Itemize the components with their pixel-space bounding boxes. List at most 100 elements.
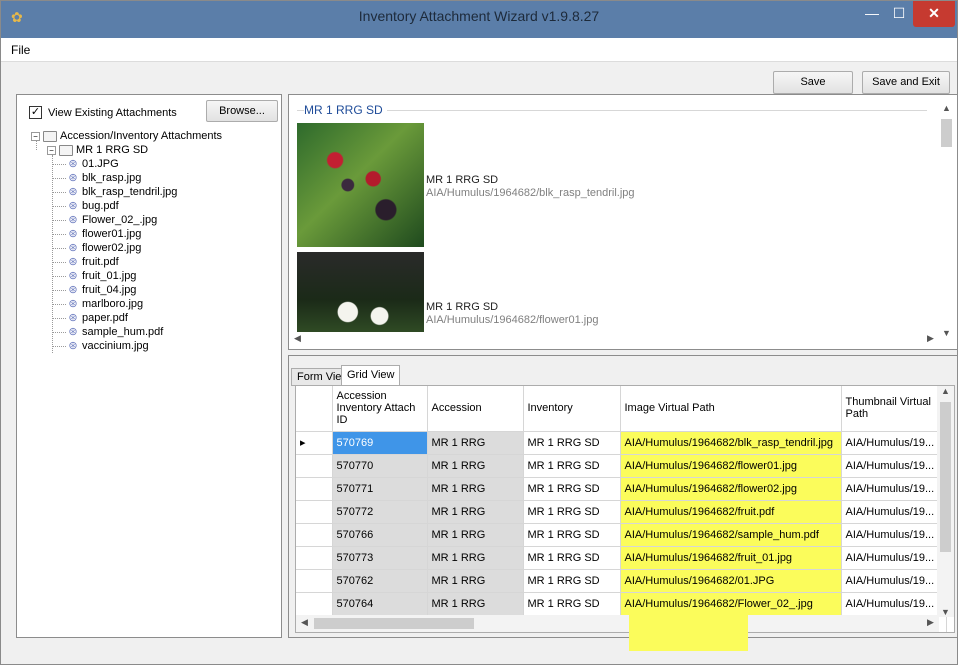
- tree-root-node[interactable]: − Accession/Inventory Attachments: [31, 129, 222, 144]
- column-header[interactable]: Thumbnail Virtual Path: [841, 386, 947, 432]
- scroll-left-icon[interactable]: ◀: [296, 617, 313, 628]
- table-cell[interactable]: MR 1 RRG: [427, 477, 524, 501]
- tree-file-node[interactable]: ⊛ blk_rasp.jpg: [67, 171, 141, 186]
- tab-grid-view[interactable]: Grid View: [341, 365, 401, 386]
- tree-file-node[interactable]: ⊛ fruit.pdf: [67, 255, 118, 270]
- table-cell[interactable]: MR 1 RRG SD: [523, 431, 621, 455]
- tree-file-node[interactable]: ⊛ vaccinium.jpg: [67, 339, 148, 354]
- column-header[interactable]: Accession Inventory Attach ID: [332, 386, 428, 432]
- browse-button[interactable]: Browse...: [206, 100, 278, 122]
- tree-file-node[interactable]: ⊛ fruit_04.jpg: [67, 283, 136, 298]
- row-header[interactable]: [296, 523, 333, 547]
- row-header[interactable]: ▸: [296, 431, 333, 455]
- table-cell[interactable]: 570770: [332, 454, 428, 478]
- scroll-down-icon[interactable]: ▼: [937, 607, 954, 617]
- table-row[interactable]: 570762 MR 1 RRG MR 1 RRG SD AIA/Humulus/196…: [296, 569, 947, 593]
- scroll-down-icon[interactable]: ▼: [938, 328, 955, 338]
- table-row[interactable]: ▸ 570769 MR 1 RRG MR 1 RRG SD AIA/Humulus/19…: [296, 431, 947, 455]
- column-header[interactable]: Accession: [427, 386, 524, 432]
- preview-vertical-scrollbar[interactable]: ▲ ▼: [938, 103, 955, 338]
- table-cell[interactable]: MR 1 RRG SD: [523, 477, 621, 501]
- column-header[interactable]: Inventory: [523, 386, 621, 432]
- thumbnail-image[interactable]: [297, 252, 424, 332]
- grid-vertical-scrollbar[interactable]: ▲ ▼: [937, 386, 954, 617]
- table-cell[interactable]: AIA/Humulus/19...: [841, 500, 947, 524]
- collapse-icon[interactable]: −: [47, 145, 56, 155]
- maximize-button[interactable]: ☐: [887, 1, 911, 27]
- table-cell[interactable]: MR 1 RRG: [427, 546, 524, 570]
- save-and-exit-button[interactable]: Save and Exit: [862, 71, 950, 94]
- scroll-right-icon[interactable]: ▶: [922, 333, 939, 344]
- tree-file-node[interactable]: ⊛ fruit_01.jpg: [67, 269, 136, 284]
- scroll-thumb[interactable]: [314, 618, 474, 629]
- close-button[interactable]: ✕: [913, 1, 955, 27]
- table-cell[interactable]: MR 1 RRG: [427, 592, 524, 616]
- table-cell[interactable]: MR 1 RRG: [427, 500, 524, 524]
- table-cell[interactable]: MR 1 RRG SD: [523, 569, 621, 593]
- row-header[interactable]: [296, 477, 333, 501]
- table-cell[interactable]: AIA/Humulus/1964682/Flower_02_.jpg: [620, 592, 842, 616]
- table-row[interactable]: 570771 MR 1 RRG MR 1 RRG SD AIA/Humulus/196…: [296, 477, 947, 501]
- table-row[interactable]: 570766 MR 1 RRG MR 1 RRG SD AIA/Humulus/196…: [296, 523, 947, 547]
- scroll-up-icon[interactable]: ▲: [937, 386, 954, 396]
- tree-file-node[interactable]: ⊛ flower02.jpg: [67, 241, 141, 256]
- table-row[interactable]: 570764 MR 1 RRG MR 1 RRG SD AIA/Humulus/196…: [296, 592, 947, 616]
- preview-horizontal-scrollbar[interactable]: ◀ ▶: [289, 331, 939, 348]
- table-cell[interactable]: 570769: [332, 431, 428, 455]
- attachments-grid[interactable]: Accession Inventory Attach ID Accession …: [296, 386, 947, 632]
- table-cell[interactable]: MR 1 RRG SD: [523, 454, 621, 478]
- table-row[interactable]: 570773 MR 1 RRG MR 1 RRG SD AIA/Humulus/196…: [296, 546, 947, 570]
- table-cell[interactable]: MR 1 RRG: [427, 431, 524, 455]
- table-cell[interactable]: MR 1 RRG: [427, 454, 524, 478]
- table-cell[interactable]: AIA/Humulus/1964682/blk_rasp_tendril.jpg: [620, 431, 842, 455]
- tree-file-node[interactable]: ⊛ blk_rasp_tendril.jpg: [67, 185, 177, 200]
- menu-file[interactable]: File: [11, 43, 30, 57]
- view-existing-checkbox[interactable]: ✓: [29, 106, 42, 119]
- table-cell[interactable]: AIA/Humulus/1964682/fruit.pdf: [620, 500, 842, 524]
- table-cell[interactable]: 570762: [332, 569, 428, 593]
- row-header[interactable]: [296, 500, 333, 524]
- thumbnail-image[interactable]: [297, 123, 424, 247]
- title-bar[interactable]: ✿ Inventory Attachment Wizard v1.9.8.27 …: [1, 1, 957, 38]
- scroll-right-icon[interactable]: ▶: [922, 617, 939, 628]
- table-row[interactable]: 570770 MR 1 RRG MR 1 RRG SD AIA/Humulus/196…: [296, 454, 947, 478]
- table-cell[interactable]: AIA/Humulus/19...: [841, 431, 947, 455]
- row-header[interactable]: [296, 546, 333, 570]
- scroll-thumb[interactable]: [940, 402, 951, 552]
- table-cell[interactable]: AIA/Humulus/1964682/01.JPG: [620, 569, 842, 593]
- table-cell[interactable]: MR 1 RRG SD: [523, 546, 621, 570]
- tree-folder-node[interactable]: − MR 1 RRG SD: [47, 143, 148, 158]
- table-cell[interactable]: MR 1 RRG SD: [523, 523, 621, 547]
- row-header[interactable]: [296, 454, 333, 478]
- table-cell[interactable]: AIA/Humulus/19...: [841, 454, 947, 478]
- table-cell[interactable]: 570772: [332, 500, 428, 524]
- table-cell[interactable]: AIA/Humulus/19...: [841, 523, 947, 547]
- table-cell[interactable]: 570766: [332, 523, 428, 547]
- tree-file-node[interactable]: ⊛ Flower_02_.jpg: [67, 213, 157, 228]
- table-cell[interactable]: 570764: [332, 592, 428, 616]
- scroll-up-icon[interactable]: ▲: [938, 103, 955, 113]
- scroll-thumb[interactable]: [941, 119, 952, 147]
- table-cell[interactable]: MR 1 RRG SD: [523, 592, 621, 616]
- table-cell[interactable]: AIA/Humulus/19...: [841, 477, 947, 501]
- table-cell[interactable]: AIA/Humulus/1964682/flower02.jpg: [620, 477, 842, 501]
- tree-file-node[interactable]: ⊛ 01.JPG: [67, 157, 118, 172]
- row-header[interactable]: [296, 569, 333, 593]
- column-header-image-path[interactable]: Image Virtual Path: [620, 386, 842, 432]
- table-cell[interactable]: AIA/Humulus/19...: [841, 592, 947, 616]
- grid-horizontal-scrollbar[interactable]: ◀ ▶: [296, 615, 939, 632]
- table-cell[interactable]: AIA/Humulus/1964682/flower01.jpg: [620, 454, 842, 478]
- table-cell[interactable]: MR 1 RRG SD: [523, 500, 621, 524]
- tree-file-node[interactable]: ⊛ paper.pdf: [67, 311, 127, 326]
- table-cell[interactable]: AIA/Humulus/19...: [841, 569, 947, 593]
- tree-file-node[interactable]: ⊛ flower01.jpg: [67, 227, 141, 242]
- table-row[interactable]: 570772 MR 1 RRG MR 1 RRG SD AIA/Humulus/196…: [296, 500, 947, 524]
- row-header[interactable]: [296, 592, 333, 616]
- tree-file-node[interactable]: ⊛ sample_hum.pdf: [67, 325, 163, 340]
- table-cell[interactable]: MR 1 RRG: [427, 523, 524, 547]
- table-cell[interactable]: AIA/Humulus/1964682/fruit_01.jpg: [620, 546, 842, 570]
- table-cell[interactable]: AIA/Humulus/19...: [841, 546, 947, 570]
- table-cell[interactable]: 570771: [332, 477, 428, 501]
- minimize-button[interactable]: —: [859, 1, 885, 27]
- scroll-left-icon[interactable]: ◀: [289, 333, 306, 344]
